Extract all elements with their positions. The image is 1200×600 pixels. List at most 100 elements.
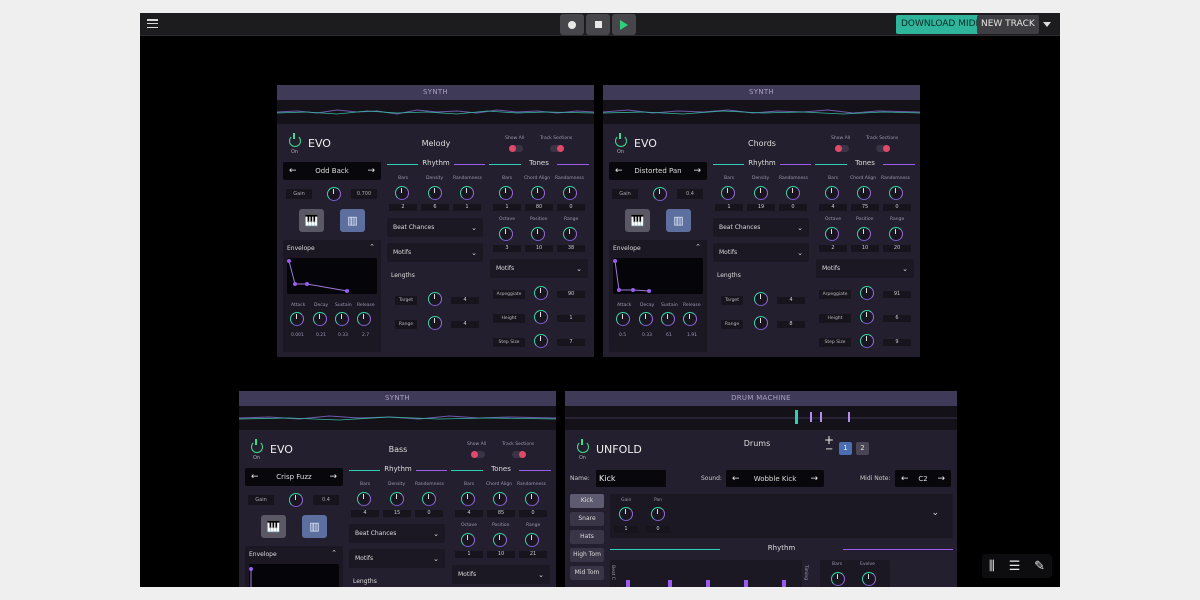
menu-icon[interactable] — [147, 19, 158, 28]
drum-bars-knob[interactable] — [831, 572, 845, 586]
gain-knob[interactable] — [653, 187, 667, 201]
target-knob[interactable] — [428, 292, 442, 306]
envelope-graph[interactable] — [249, 564, 339, 587]
tones-randomness-knob[interactable] — [563, 186, 577, 200]
track-sections-toggle[interactable] — [876, 145, 890, 152]
octave-knob[interactable] — [499, 227, 513, 241]
step-size-knob[interactable] — [534, 334, 548, 348]
stop-button[interactable] — [586, 14, 610, 35]
drum-gain-knob[interactable] — [619, 507, 633, 521]
preset-selector[interactable]: ← Crisp Fuzz → — [245, 468, 343, 486]
decay-knob[interactable] — [639, 312, 653, 326]
play-button[interactable] — [612, 14, 636, 35]
motifs-dropdown[interactable]: Motifs ⌄ — [349, 549, 445, 568]
arrow-right-icon[interactable]: → — [693, 166, 701, 176]
position-knob[interactable] — [857, 227, 871, 241]
target-knob[interactable] — [754, 292, 768, 306]
motifs-dropdown[interactable]: Motifs ⌄ — [387, 243, 483, 262]
arpeggiate-knob[interactable] — [534, 286, 548, 300]
position-knob[interactable] — [493, 533, 507, 547]
beat-chances-dropdown[interactable]: Beat Chances ⌄ — [713, 218, 809, 237]
arrow-left-icon[interactable]: ← — [289, 166, 297, 176]
drum-pan-knob[interactable] — [651, 507, 665, 521]
chord-align-knob[interactable] — [531, 186, 545, 200]
tones-bars-knob[interactable] — [461, 492, 475, 506]
keyboard-button[interactable]: ▥ — [340, 209, 365, 232]
piano-button[interactable]: 🎹 — [261, 515, 286, 538]
arrow-right-icon[interactable]: → — [810, 474, 818, 484]
bars-knob[interactable] — [357, 492, 371, 506]
tones-motifs-dropdown[interactable]: Motifs ⌄ — [816, 259, 914, 278]
chevron-up-icon[interactable]: ⌃ — [695, 243, 701, 251]
tones-motifs-dropdown[interactable]: Motifs ⌄ — [490, 259, 588, 278]
gain-knob[interactable] — [327, 187, 341, 201]
envelope-graph[interactable] — [287, 258, 377, 294]
arrow-right-icon[interactable]: → — [329, 472, 337, 482]
drum-high-tom-button[interactable]: High Tom — [570, 548, 604, 562]
piano-button[interactable]: 🎹 — [299, 209, 324, 232]
position-knob[interactable] — [531, 227, 545, 241]
new-track-button[interactable]: NEW TRACK — [977, 15, 1039, 34]
show-all-toggle[interactable] — [835, 145, 849, 152]
tones-randomness-knob[interactable] — [889, 186, 903, 200]
chevron-down-icon[interactable] — [1043, 22, 1051, 27]
beat-chances-graph[interactable]: Beat C — [610, 560, 802, 587]
decay-knob[interactable] — [313, 312, 327, 326]
arrow-left-icon[interactable]: ← — [615, 166, 623, 176]
height-knob[interactable] — [534, 310, 548, 324]
randomness-knob[interactable] — [460, 186, 474, 200]
list-icon[interactable]: ☰ — [1009, 559, 1021, 574]
keyboard-button[interactable]: ▥ — [666, 209, 691, 232]
envelope-graph[interactable] — [613, 258, 703, 294]
arrow-right-icon[interactable]: → — [937, 474, 945, 484]
arpeggiate-knob[interactable] — [860, 286, 874, 300]
record-button[interactable] — [560, 14, 584, 35]
chevron-up-icon[interactable]: ⌃ — [331, 549, 337, 557]
randomness-knob[interactable] — [786, 186, 800, 200]
arrow-left-icon[interactable]: ← — [251, 472, 259, 482]
pattern-2-button[interactable]: 2 — [856, 442, 869, 455]
randomness-knob[interactable] — [422, 492, 436, 506]
octave-knob[interactable] — [825, 227, 839, 241]
chord-align-knob[interactable] — [857, 186, 871, 200]
range-knob[interactable] — [754, 316, 768, 330]
beat-chances-dropdown[interactable]: Beat Chances ⌄ — [387, 218, 483, 237]
power-icon[interactable] — [289, 133, 301, 147]
track-sections-toggle[interactable] — [550, 145, 564, 152]
chevron-up-icon[interactable]: ⌃ — [369, 243, 375, 251]
height-knob[interactable] — [860, 310, 874, 324]
density-knob[interactable] — [754, 186, 768, 200]
gain-knob[interactable] — [289, 493, 303, 507]
sound-selector[interactable]: ← Wobble Kick → — [726, 470, 824, 487]
range-knob[interactable] — [525, 533, 539, 547]
chevron-down-icon[interactable]: ⌄ — [931, 508, 939, 518]
chord-align-knob[interactable] — [493, 492, 507, 506]
tones-bars-knob[interactable] — [825, 186, 839, 200]
drum-mid-tom-button[interactable]: Mid Tom — [570, 566, 604, 580]
name-input[interactable]: Kick — [596, 470, 666, 487]
pattern-1-button[interactable]: 1 — [839, 442, 852, 455]
arrow-left-icon[interactable]: ← — [901, 474, 909, 484]
range-knob[interactable] — [563, 227, 577, 241]
show-all-toggle[interactable] — [471, 451, 485, 458]
mixer-icon[interactable]: ⫼ — [989, 559, 995, 574]
release-knob[interactable] — [357, 312, 371, 326]
octave-knob[interactable] — [461, 533, 475, 547]
power-icon[interactable] — [577, 439, 589, 453]
attack-knob[interactable] — [616, 312, 630, 326]
density-knob[interactable] — [428, 186, 442, 200]
track-sections-toggle[interactable] — [512, 451, 526, 458]
sustain-knob[interactable] — [335, 312, 349, 326]
arrow-left-icon[interactable]: ← — [732, 474, 740, 484]
preset-selector[interactable]: ← Odd Back → — [283, 162, 381, 180]
bars-knob[interactable] — [721, 186, 735, 200]
range-knob[interactable] — [428, 316, 442, 330]
magic-wand-icon[interactable]: ✎ — [1034, 559, 1045, 574]
remove-pattern-button[interactable]: − — [825, 444, 833, 455]
step-size-knob[interactable] — [860, 334, 874, 348]
arrow-right-icon[interactable]: → — [367, 166, 375, 176]
range-knob[interactable] — [889, 227, 903, 241]
drum-kick-button[interactable]: Kick — [570, 494, 604, 508]
bars-knob[interactable] — [395, 186, 409, 200]
keyboard-button[interactable]: ▥ — [302, 515, 327, 538]
